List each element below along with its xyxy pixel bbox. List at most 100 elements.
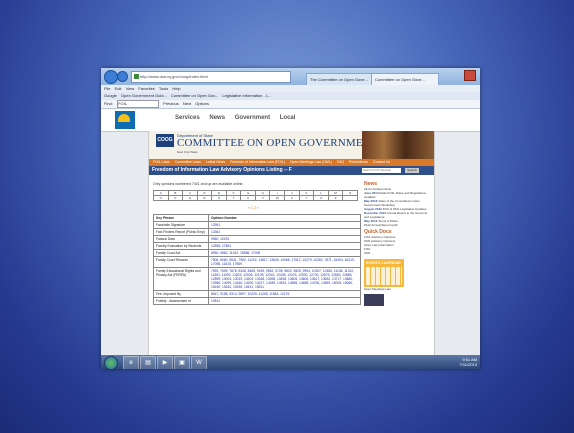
letter-link[interactable]: T xyxy=(225,195,242,201)
speaker-label[interactable]: Open Meetings Law xyxy=(364,287,430,291)
find-bar: Find: FOIL Previous Next Options xyxy=(101,100,480,109)
site-subtitle: New York State xyxy=(177,150,198,154)
site-nav-item[interactable]: Open Meetings Law (OML) xyxy=(290,160,332,164)
system-tray[interactable]: 9:51 AM 7/11/2013 xyxy=(460,357,478,367)
table-row: Fidelity - Assessment of 10511 xyxy=(153,297,361,305)
menu-edit[interactable]: Edit xyxy=(115,86,122,91)
favorite-link[interactable]: Legislative Information - L... xyxy=(222,93,271,98)
menu-tools[interactable]: Tools xyxy=(159,86,168,91)
news-item[interactable]: December 2012 Annual Report to the Gover… xyxy=(364,211,430,219)
content-container: COOG Department of State COMMITTEE ON OP… xyxy=(148,131,435,355)
key-phrase-cell: Family Court Act xyxy=(153,249,209,257)
site-nav-item[interactable]: Publications xyxy=(349,160,368,164)
table-row: Family Court Records 7906, 8060, 8541, 7… xyxy=(153,256,361,268)
letter-link[interactable]: Z xyxy=(313,195,329,201)
explorer-taskbar-icon[interactable]: ▤ xyxy=(140,356,156,369)
quick-doc-link[interactable]: OML xyxy=(364,251,430,255)
app-taskbar-icon[interactable]: ▣ xyxy=(174,356,190,369)
site-nav: FOIL Laws Committee Laws Latest News Fre… xyxy=(149,159,434,166)
opinion-number-links[interactable]: 7592, 7609, 7878, 8348, 8465, 9159, 9552… xyxy=(208,267,361,291)
opinion-number-links[interactable]: 10511 xyxy=(208,297,361,305)
letter-link[interactable]: V xyxy=(254,195,271,201)
site-icon xyxy=(134,74,139,79)
table-row: Family Educational Rights and Privacy Ac… xyxy=(153,267,361,291)
web-page: Services News Government Local COOG Depa… xyxy=(101,109,480,355)
menu-bar: File Edit View Favorites Tools Help xyxy=(101,85,480,92)
speaker-photo[interactable] xyxy=(364,294,384,306)
back-button[interactable] xyxy=(104,70,118,84)
menu-file[interactable]: File xyxy=(104,86,110,91)
opinion-number-links[interactable]: 12658, 17861 xyxy=(208,242,361,250)
find-input[interactable]: FOIL xyxy=(117,100,160,108)
site-nav-item[interactable]: Committee Laws xyxy=(175,160,201,164)
letter-link[interactable]: U xyxy=(240,195,256,201)
letter-link[interactable]: Q xyxy=(182,195,198,201)
letter-link[interactable]: R xyxy=(196,195,213,201)
find-next-button[interactable]: Next xyxy=(183,101,191,106)
opinion-number-links[interactable]: 7906, 8060, 8541, 7982, 11202, 13817, 13… xyxy=(208,256,361,268)
nav-services[interactable]: Services xyxy=(175,115,200,121)
opinion-number-links[interactable]: 13361 xyxy=(208,228,361,236)
annual-report-link[interactable]: 2012 Annual Report (pdf) xyxy=(364,223,430,227)
nys-header: Services News Government Local xyxy=(101,109,480,132)
ie-taskbar-icon[interactable]: e xyxy=(123,356,139,369)
favorite-link[interactable]: Committee on Open Gov... xyxy=(171,93,218,98)
menu-help[interactable]: Help xyxy=(172,86,180,91)
table-header-row: Key Phrase Opinion Number xyxy=(153,214,361,222)
opinion-number-links[interactable]: 8950, 9862, 11512, 15558, 17009 xyxy=(208,249,361,257)
favorite-link[interactable]: Open Government Guid... xyxy=(121,93,167,98)
letter-link[interactable]: W xyxy=(269,195,286,201)
find-previous-button[interactable]: Previous xyxy=(163,101,179,106)
favorite-link[interactable]: Google xyxy=(104,93,117,98)
site-nav-item[interactable]: FOIL Laws xyxy=(153,160,170,164)
browser-titlebar: http://www.dos.ny.gov/coog/index.html Th… xyxy=(101,68,480,85)
events-calendar[interactable]: EVENTS CALENDAR xyxy=(364,259,404,287)
letter-link[interactable]: P xyxy=(167,195,184,201)
main-content: Only opinions numbered 7401 and up are a… xyxy=(153,179,361,355)
site-search-input[interactable]: Search NYS Website xyxy=(362,168,401,173)
site-nav-item[interactable]: Contact Us xyxy=(373,160,390,164)
calendar-label: EVENTS CALENDAR xyxy=(366,261,401,265)
pagination[interactable]: « 1 2 » xyxy=(248,206,259,210)
site-search-button[interactable]: Search xyxy=(405,168,419,173)
find-label: Find: xyxy=(104,101,113,107)
banner-photo xyxy=(362,131,434,159)
table-row: Family Court Act 8950, 9862, 11512, 1555… xyxy=(153,249,361,257)
key-phrase-cell: Factual Data xyxy=(153,235,209,243)
address-text: http://www.dos.ny.gov/coog/index.html xyxy=(140,74,208,79)
letter-link[interactable]: X xyxy=(284,195,300,201)
close-window-icon[interactable] xyxy=(464,70,476,81)
opinion-number-links[interactable]: 9960, 10291 xyxy=(208,235,361,243)
table-row: Fee, Imposed By 8647, 9158, 9314, 9897, … xyxy=(153,290,361,298)
letter-link[interactable]: # xyxy=(327,195,344,201)
find-options-button[interactable]: Options xyxy=(195,101,209,106)
tab-1[interactable]: The Committee on Open Gove... xyxy=(306,73,374,85)
nys-logo[interactable] xyxy=(115,111,135,129)
forward-button[interactable] xyxy=(117,71,128,82)
nav-government[interactable]: Government xyxy=(235,115,270,121)
start-button[interactable] xyxy=(104,356,118,369)
site-nav-item[interactable]: Latest News xyxy=(206,160,225,164)
clock-date: 7/11/2013 xyxy=(459,362,478,367)
nav-news[interactable]: News xyxy=(209,115,225,121)
table-row: Facsimile Signature 12951 xyxy=(153,221,361,229)
letter-link[interactable]: O xyxy=(153,195,169,201)
calendar-grid xyxy=(366,267,402,285)
site-nav-item[interactable]: FAQ xyxy=(337,160,344,164)
word-taskbar-icon[interactable]: W xyxy=(191,356,207,369)
address-bar[interactable]: http://www.dos.ny.gov/coog/index.html xyxy=(131,71,291,83)
coog-logo[interactable]: COOG xyxy=(156,134,174,147)
news-item[interactable]: May 2013 Video of the Committee's Open G… xyxy=(364,199,430,207)
site-nav-item[interactable]: Freedom of Information Law (FOIL) xyxy=(230,160,285,164)
opinions-table: Key Phrase Opinion Number Facsimile Sign… xyxy=(153,214,361,305)
nav-local[interactable]: Local xyxy=(280,115,296,121)
opinion-number-links[interactable]: 12951 xyxy=(208,221,361,229)
letter-link[interactable]: S xyxy=(211,195,227,201)
menu-view[interactable]: View xyxy=(126,86,135,91)
tab-2[interactable]: Committee on Open Gove... xyxy=(371,73,439,85)
letter-link[interactable]: Y xyxy=(298,195,315,201)
opinion-number-links[interactable]: 8647, 9158, 9314, 9897, 10225, 11208, 11… xyxy=(208,290,361,298)
news-item[interactable]: June 2013 Model FOIL Rules and Regulatio… xyxy=(364,191,430,199)
media-taskbar-icon[interactable]: ▶ xyxy=(157,356,173,369)
menu-favorites[interactable]: Favorites xyxy=(138,86,154,91)
